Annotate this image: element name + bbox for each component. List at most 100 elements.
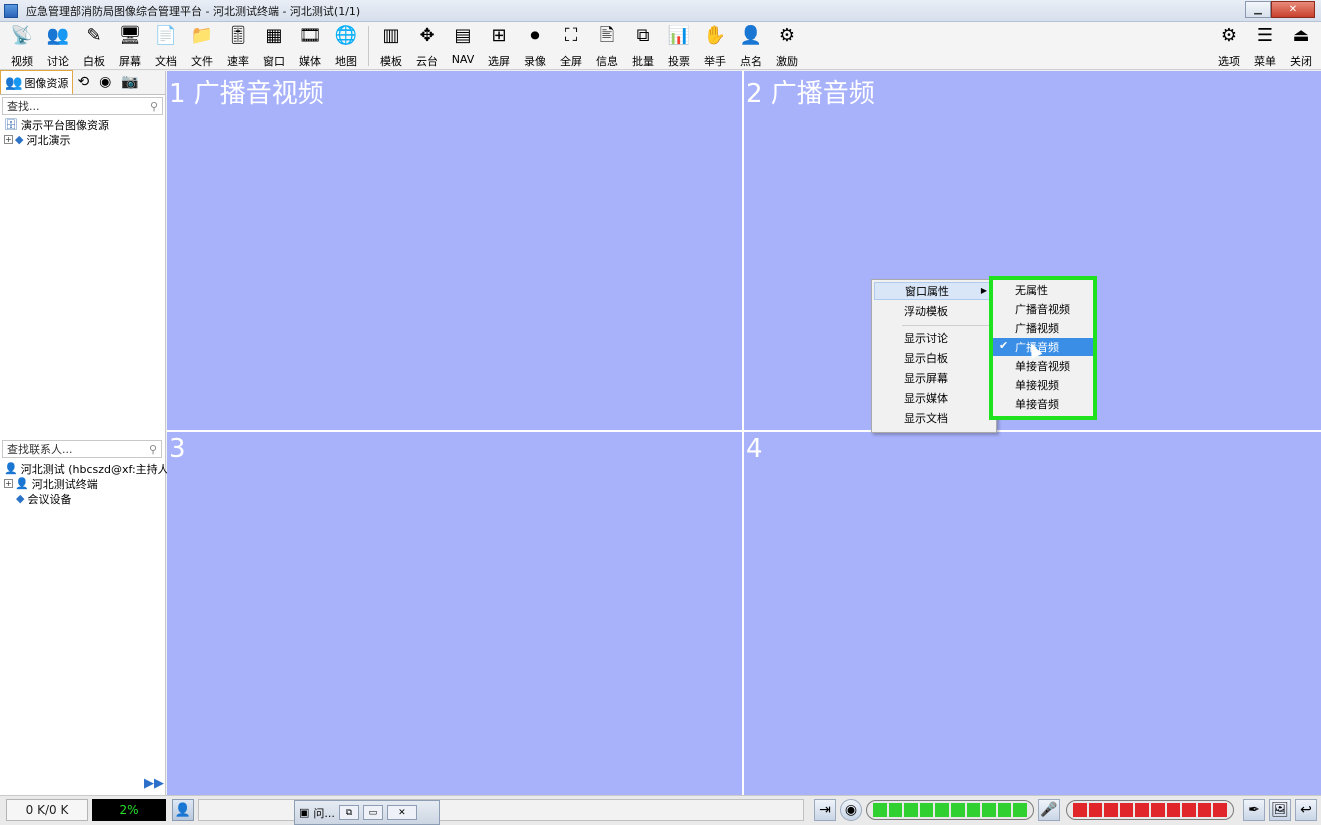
- contact-tree: 👤 河北测试 (hbcszd@xf:主持人) + 👤 河北测试终端 ◆ 会议设备: [4, 461, 173, 506]
- menu-item-show-screen-label: 显示屏幕: [904, 372, 948, 385]
- tab-users[interactable]: 📷: [117, 70, 144, 94]
- menu-item-show-whiteboard[interactable]: 显示白板: [874, 349, 994, 367]
- video-level-meter: [866, 800, 1034, 820]
- toolbar-button-rate[interactable]: 🎚 速率: [220, 22, 256, 68]
- meter-segment: [1119, 803, 1134, 817]
- toolbar-button-label: 选屏: [488, 55, 510, 68]
- submenu-item-broadcast-av[interactable]: 广播音视频: [993, 300, 1093, 318]
- meter-segment: [1197, 803, 1212, 817]
- resource-root-label: 演示平台图像资源: [20, 118, 109, 132]
- video-cell-1[interactable]: 1 广播音视频: [167, 71, 742, 430]
- toolbar-button-label: 举手: [704, 55, 726, 68]
- pen-button[interactable]: ✒: [1243, 799, 1265, 821]
- tree-row-contact-child1[interactable]: + 👤 河北测试终端: [4, 476, 173, 491]
- toolbar-button-video[interactable]: 📡 视频: [4, 22, 40, 68]
- double-arrow-right-icon[interactable]: ▶▶: [144, 776, 164, 791]
- import-button[interactable]: ⇥: [814, 799, 836, 821]
- toolbar-button-record[interactable]: ⏺ 录像: [517, 22, 553, 68]
- video-cell-3[interactable]: 3: [167, 432, 742, 795]
- back-arrow-icon: ↩: [1300, 802, 1312, 818]
- toolbar-button-whiteboard[interactable]: ✎ 白板: [76, 22, 112, 68]
- menu-item-show-discussion[interactable]: 显示讨论: [874, 329, 994, 347]
- toolbar-button-media[interactable]: 🎞 媒体: [292, 22, 328, 68]
- user-host-icon: 👤: [4, 462, 18, 475]
- menu-item-show-media[interactable]: 显示媒体: [874, 389, 994, 407]
- minimized-close-button[interactable]: ✕: [386, 805, 417, 820]
- search-icon[interactable]: ⚲: [149, 443, 157, 456]
- window-small-icon: ▣: [299, 806, 310, 819]
- tab-refresh[interactable]: ⟲: [73, 70, 95, 94]
- menu-item-window-properties[interactable]: 窗口属性 ▶: [874, 282, 994, 300]
- menu-item-show-screen[interactable]: 显示屏幕: [874, 369, 994, 387]
- tree-row-contact-root[interactable]: 👤 河北测试 (hbcszd@xf:主持人): [4, 461, 173, 476]
- toolbar-button-label: 白板: [83, 55, 105, 68]
- user-terminal-icon: 👤: [15, 477, 29, 490]
- toolbar-button-options-gear[interactable]: ⚙ 选项: [1211, 22, 1247, 68]
- toolbar-button-nav[interactable]: ▤ NAV: [445, 22, 481, 68]
- contact-search-input[interactable]: 查找联系人... ⚲: [2, 440, 162, 458]
- toolbar-button-document[interactable]: 📄 文档: [148, 22, 184, 68]
- back-button[interactable]: ↩: [1295, 799, 1317, 821]
- close-window-button[interactable]: ✕: [1271, 1, 1315, 18]
- menu-divider: [902, 325, 994, 326]
- submenu-item-single-audio[interactable]: 单接音频: [993, 395, 1093, 413]
- meter-segment: [997, 803, 1012, 817]
- minimize-button[interactable]: ▁: [1245, 1, 1271, 18]
- menu-item-floating-template[interactable]: 浮动模板: [874, 302, 994, 320]
- minimized-window[interactable]: ▣ 问... ⧉ ▭ ✕: [294, 800, 440, 825]
- maximize-button[interactable]: ▭: [362, 805, 383, 820]
- resource-search-input[interactable]: 查找... ⚲: [2, 97, 163, 115]
- toolbar-button-roll-call[interactable]: 👤 点名: [733, 22, 769, 68]
- toolbar-button-template[interactable]: ▥ 模板: [373, 22, 409, 68]
- mic-button[interactable]: 🎤: [1038, 799, 1060, 821]
- tree-row-resource-root[interactable]: 🗄 演示平台图像资源: [4, 117, 165, 132]
- toolbar-button-select-screen[interactable]: ⊞ 选屏: [481, 22, 517, 68]
- tab-camera[interactable]: ◉: [95, 70, 117, 94]
- submenu-item-broadcast-audio[interactable]: ✔ 广播音频: [993, 338, 1093, 356]
- toolbar-button-raise-hand[interactable]: ✋ 举手: [697, 22, 733, 68]
- meter-segment: [966, 803, 981, 817]
- submenu-item-single-av[interactable]: 单接音视频: [993, 357, 1093, 375]
- restore-button[interactable]: ⧉: [338, 805, 359, 820]
- main-toolbar: 📡 视频 👥 讨论 ✎ 白板 🖥 屏幕 📄 文档 📁 文件 🎚 速率 ▦ 窗口 🎞 媒体 🌐 地图 ▥ 模板 ✥ 云台 ▤ NA…: [0, 22, 1321, 70]
- meter-segment: [873, 803, 887, 817]
- left-tabs: 👥 图像资源 ⟲ ◉ 📷: [0, 70, 165, 95]
- toolbar-button-discussion[interactable]: 👥 讨论: [40, 22, 76, 68]
- tree-row-resource-child[interactable]: + ◆ 河北演示: [4, 132, 165, 147]
- submenu-item-broadcast-video[interactable]: 广播视频: [993, 319, 1093, 337]
- toolbar-button-file[interactable]: 📁 文件: [184, 22, 220, 68]
- tree-row-contact-child2[interactable]: ◆ 会议设备: [4, 491, 173, 506]
- camera-toggle-button[interactable]: ◉: [840, 799, 862, 821]
- toolbar-button-close-exit[interactable]: ⏏ 关闭: [1283, 22, 1319, 68]
- toolbar-button-label: 窗口: [263, 55, 285, 68]
- toolbar-button-fullscreen[interactable]: ⛶ 全屏: [553, 22, 589, 68]
- contact-root-label: 河北测试 (hbcszd@xf:主持人): [20, 462, 173, 476]
- tab-image-resources[interactable]: 👥 图像资源: [0, 70, 74, 94]
- user-status-button[interactable]: 👤: [172, 799, 194, 821]
- search-icon[interactable]: ⚲: [150, 100, 158, 113]
- toolbar-button-map[interactable]: 🌐 地图: [328, 22, 364, 68]
- photo-button[interactable]: 🖼: [1269, 799, 1291, 821]
- toolbar-button-window[interactable]: ▦ 窗口: [256, 22, 292, 68]
- video-cell-4[interactable]: 4: [744, 432, 1321, 795]
- toolbar-button-screen[interactable]: 🖥 屏幕: [112, 22, 148, 68]
- submenu-item-single-video[interactable]: 单接视频: [993, 376, 1093, 394]
- title-bar: 应急管理部消防局图像综合管理平台 - 河北测试终端 - 河北测试(1/1) ▁ …: [0, 0, 1321, 22]
- toolbar-button-ptz[interactable]: ✥ 云台: [409, 22, 445, 68]
- video-grid: 1 广播音视频 2 广播音频 3 4: [167, 71, 1321, 795]
- toolbar-button-vote[interactable]: 📊 投票: [661, 22, 697, 68]
- toolbar-button-info[interactable]: 🖹 信息: [589, 22, 625, 68]
- refresh-icon: ⟲: [77, 74, 90, 90]
- submenu-item-none-label: 无属性: [1015, 284, 1048, 297]
- toolbar-button-batch[interactable]: ⧉ 批量: [625, 22, 661, 68]
- expand-icon[interactable]: +: [4, 135, 13, 144]
- meter-segment: [919, 803, 934, 817]
- expand-icon[interactable]: +: [4, 479, 13, 488]
- submenu-item-none[interactable]: 无属性: [993, 281, 1093, 299]
- toolbar-button-menu[interactable]: ☰ 菜单: [1247, 22, 1283, 68]
- toolbar-button-label: 视频: [11, 55, 33, 68]
- menu-item-show-document[interactable]: 显示文档: [874, 409, 994, 427]
- info-icon: 🖹: [599, 25, 615, 46]
- toolbar-button-incentive[interactable]: ⚙ 激励: [769, 22, 805, 68]
- meter-segment: [950, 803, 965, 817]
